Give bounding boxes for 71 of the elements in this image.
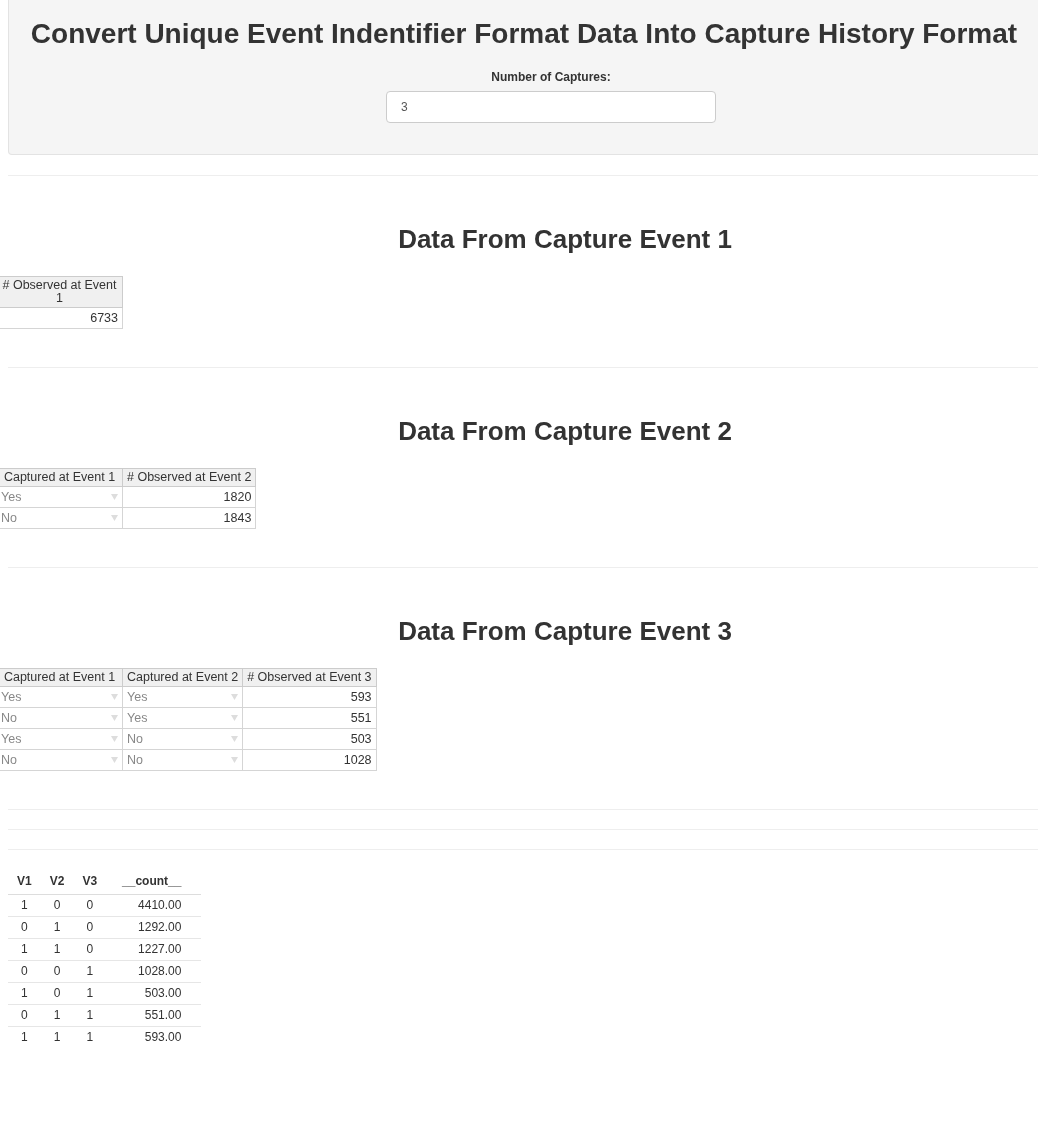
column-header: V3 (73, 870, 107, 895)
table-cell: 551 (242, 707, 377, 729)
table-cell: 593.00 (106, 1026, 202, 1048)
table-cell: 1 (73, 982, 107, 1005)
table-cell: 6733 (0, 307, 123, 329)
table-cell: 1 (8, 894, 41, 917)
caret-icon (111, 757, 118, 763)
table-cell: No (0, 749, 123, 771)
table-cell: 503 (242, 728, 377, 750)
table-cell: 1 (8, 1026, 41, 1048)
caret-icon (231, 715, 239, 721)
table-cell: Yes (0, 486, 123, 508)
table-cell: No (122, 728, 243, 750)
table-cell: 1292.00 (106, 916, 202, 939)
column-header: Captured at Event 2 (122, 668, 243, 687)
column-header: __count__ (106, 870, 202, 895)
table-cell: 0 (40, 982, 74, 1005)
table-cell: 1 (73, 1004, 107, 1027)
table-cell: 503.00 (106, 982, 202, 1005)
caret-icon (231, 694, 239, 700)
table-cell: 1 (40, 1026, 74, 1048)
column-header: Captured at Event 1 (0, 668, 123, 687)
caret-icon (111, 736, 118, 742)
caret-icon (111, 515, 118, 521)
table-cell: 1028.00 (106, 960, 202, 983)
table-cell: 0 (8, 960, 41, 983)
table-cell: Yes (0, 686, 123, 708)
column-header: # Observed at Event 3 (242, 668, 377, 687)
table-cell: Yes (0, 728, 123, 750)
table-cell: Yes (122, 686, 243, 708)
table-cell: 551.00 (106, 1004, 202, 1027)
table-cell: No (0, 707, 123, 729)
section-heading: Data From Capture Event 3 (397, 616, 733, 647)
caret-icon (231, 736, 239, 742)
table-cell: 4410.00 (106, 894, 202, 917)
table-cell: 1 (8, 938, 41, 961)
caret-icon (111, 494, 118, 500)
column-header: Captured at Event 1 (0, 468, 123, 487)
table-cell: 0 (73, 916, 107, 939)
table-cell: 1 (40, 1004, 74, 1027)
table-cell: Yes (122, 707, 243, 729)
table-cell: 1843 (122, 507, 256, 529)
table-cell: No (0, 507, 123, 529)
page-title: Convert Unique Event Indentifier Format Data Into Capture History Format (30, 18, 1018, 50)
table-cell: 1 (40, 916, 74, 939)
table-cell: 1820 (122, 486, 256, 508)
section-heading: Data From Capture Event 2 (397, 416, 733, 447)
caret-icon (231, 757, 239, 763)
table-cell: 1 (8, 982, 41, 1005)
table-cell: 0 (8, 916, 41, 939)
table-cell: 1227.00 (106, 938, 202, 961)
column-header: V1 (8, 870, 41, 895)
table-cell: 1 (73, 1026, 107, 1048)
table-cell: 1 (73, 960, 107, 983)
table-cell: 0 (73, 894, 107, 917)
input-field[interactable]: 3 (386, 91, 716, 123)
column-header: # Observed at Event 1 (0, 276, 123, 308)
caret-icon (111, 694, 118, 700)
table-cell: 0 (8, 1004, 41, 1027)
column-header: # Observed at Event 2 (122, 468, 256, 487)
column-header: V2 (40, 870, 74, 895)
table-cell: No (122, 749, 243, 771)
table-cell: 0 (73, 938, 107, 961)
table-cell: 593 (242, 686, 377, 708)
table-cell: 1028 (242, 749, 377, 771)
field-label: Number of Captures: (491, 70, 611, 84)
caret-icon (111, 715, 118, 721)
section-heading: Data From Capture Event 1 (397, 224, 733, 255)
table-cell: 0 (40, 960, 74, 983)
table-cell: 0 (40, 894, 74, 917)
table-cell: 1 (40, 938, 74, 961)
